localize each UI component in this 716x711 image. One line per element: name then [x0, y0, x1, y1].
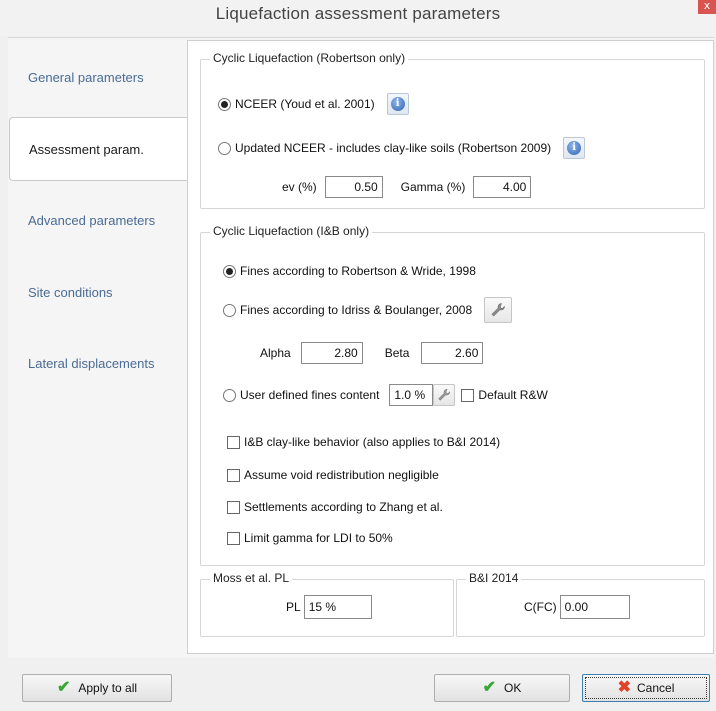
fines-content-input[interactable]: 1.0 %	[389, 384, 434, 406]
radio-updated-ncEER-label: Updated NCEER - includes clay-like soils…	[235, 141, 552, 155]
alpha-beta-row: Alpha 2.80 Beta 2.60	[260, 342, 484, 364]
ok-label: OK	[504, 681, 522, 695]
alpha-input[interactable]: 2.80	[300, 342, 363, 364]
nav-item-site-conditions[interactable]: Site conditions	[9, 260, 211, 324]
nav-item-lateral-displacements[interactable]: Lateral displacements	[9, 331, 211, 395]
default-rw-checkbox[interactable]	[461, 388, 475, 402]
pl-label: PL	[286, 600, 301, 614]
nav-item-label: General parameters	[28, 69, 144, 85]
checkbox-ib-clay[interactable]: I&B clay-like behavior (also applies to …	[227, 435, 500, 449]
gamma-label: Gamma (%)	[400, 180, 466, 194]
robertson-group-legend: Cyclic Liquefaction (Robertson only)	[210, 51, 409, 65]
apply-to-all-label: Apply to all	[78, 681, 138, 695]
radio-updated-ncEER[interactable]: Updated NCEER - includes clay-like soils…	[218, 137, 586, 159]
checkbox-ib-clay-label: I&B clay-like behavior (also applies to …	[244, 435, 501, 449]
checkbox[interactable]	[227, 500, 240, 514]
title-bar: Liquefaction assessment parameters x	[0, 0, 716, 36]
checkbox-void[interactable]: Assume void redistribution negligible	[227, 468, 439, 482]
wrench-icon	[438, 389, 451, 401]
cfc-row: C(FC) 0.00	[524, 595, 630, 619]
ok-button[interactable]: ✔ OK	[434, 674, 570, 702]
x-cross-icon: ✖	[617, 679, 632, 696]
info-button[interactable]: i	[386, 93, 409, 115]
ev-input[interactable]: 0.50	[324, 176, 383, 198]
checkbox[interactable]	[227, 435, 240, 449]
moss-group-legend: Moss et al. PL	[210, 571, 293, 585]
radio-fines-rw-label: Fines according to Robertson & Wride, 19…	[240, 264, 476, 278]
info-icon: i	[390, 97, 405, 111]
nav-item-label: Assessment param.	[29, 141, 144, 157]
nav-item-general-parameters[interactable]: General parameters	[9, 45, 211, 109]
window-title: Liquefaction assessment parameters	[215, 4, 501, 23]
radio-selected[interactable]	[218, 97, 231, 111]
info-button[interactable]: i	[563, 137, 586, 159]
wrench-button[interactable]	[484, 297, 513, 323]
apply-to-all-button[interactable]: ✔ Apply to all	[22, 674, 172, 702]
wrench-icon	[491, 303, 505, 317]
checkbox-ldi-label: Limit gamma for LDI to 50%	[244, 531, 393, 545]
beta-input[interactable]: 2.60	[421, 342, 484, 364]
ib-group-legend: Cyclic Liquefaction (I&B only)	[210, 224, 373, 238]
nav-item-advanced-parameters[interactable]: Advanced parameters	[9, 188, 211, 252]
radio-fines-ib[interactable]: Fines according to Idriss & Boulanger, 2…	[223, 297, 513, 323]
cancel-button[interactable]: ✖ Cancel	[582, 674, 710, 702]
checkbox-void-label: Assume void redistribution negligible	[244, 468, 439, 482]
radio-ncEER-label: NCEER (Youd et al. 2001)	[235, 97, 375, 111]
checkbox-zhang[interactable]: Settlements according to Zhang et al.	[227, 500, 443, 514]
radio-unselected[interactable]	[223, 303, 236, 317]
checkbox[interactable]	[227, 531, 240, 545]
nav-item-label: Site conditions	[28, 284, 113, 300]
nav-item-assessment-param[interactable]: Assessment param.	[9, 117, 211, 181]
ev-label: ev (%)	[282, 180, 317, 194]
radio-user-fines-label: User defined fines content	[240, 388, 380, 402]
wrench-button[interactable]	[433, 384, 456, 406]
settings-panel: Cyclic Liquefaction (Robertson only) NCE…	[187, 40, 714, 654]
cfc-label: C(FC)	[524, 600, 557, 614]
radio-user-fines[interactable]: User defined fines content 1.0 % Default…	[223, 384, 548, 406]
checkbox[interactable]	[227, 468, 240, 482]
radio-unselected[interactable]	[223, 388, 236, 402]
beta-label: Beta	[384, 346, 410, 360]
info-icon: i	[567, 141, 582, 155]
cancel-label: Cancel	[637, 681, 675, 695]
close-button[interactable]: x	[698, 0, 716, 14]
radio-ncEER[interactable]: NCEER (Youd et al. 2001) i	[218, 93, 409, 115]
radio-selected[interactable]	[223, 264, 236, 278]
radio-fines-ib-label: Fines according to Idriss & Boulanger, 2…	[240, 303, 473, 317]
default-rw-label: Default R&W	[478, 388, 548, 402]
checkmark-icon: ✔	[482, 679, 497, 696]
ev-row: ev (%) 0.50 Gamma (%) 4.00	[282, 176, 532, 198]
checkbox-zhang-label: Settlements according to Zhang et al.	[244, 500, 443, 514]
radio-unselected[interactable]	[218, 141, 231, 155]
checkmark-icon: ✔	[56, 679, 71, 696]
gamma-input[interactable]: 4.00	[473, 176, 532, 198]
nav-item-label: Lateral displacements	[28, 355, 155, 371]
pl-input[interactable]: 15 %	[303, 595, 372, 619]
checkbox-ldi[interactable]: Limit gamma for LDI to 50%	[227, 531, 393, 545]
alpha-label: Alpha	[260, 346, 291, 360]
nav-item-label: Advanced parameters	[28, 212, 156, 228]
pl-row: PL 15 %	[286, 595, 372, 619]
cfc-input[interactable]: 0.00	[559, 595, 630, 619]
radio-fines-rw[interactable]: Fines according to Robertson & Wride, 19…	[223, 264, 476, 278]
bi-group-legend: B&I 2014	[466, 571, 522, 585]
